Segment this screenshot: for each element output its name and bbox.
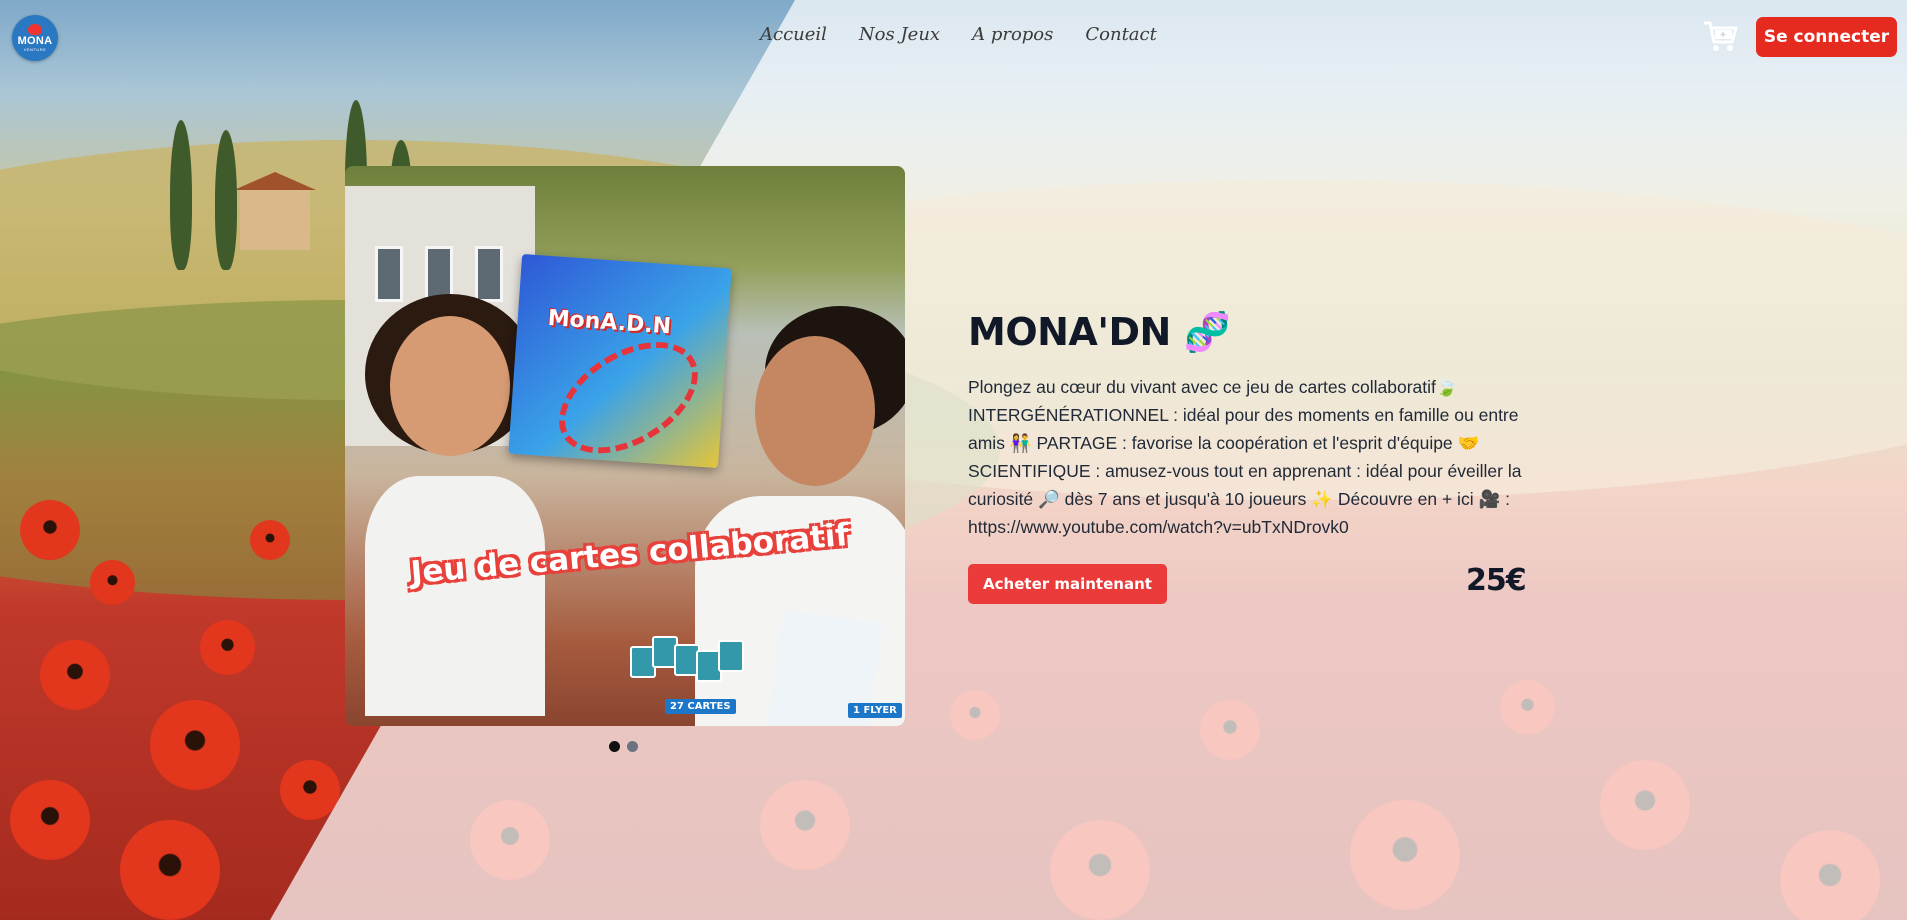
product-description: Plongez au cœur du vivant avec ce jeu de… xyxy=(968,377,1522,537)
nav-link-nos-jeux[interactable]: Nos Jeux xyxy=(859,24,940,45)
game-box-title: MonA.D.N xyxy=(546,305,672,340)
logo-text: MONA xyxy=(17,35,53,47)
nav-link-contact[interactable]: Contact xyxy=(1085,24,1156,45)
flyer-label: 1 FLYER xyxy=(848,703,902,718)
carousel-dot-2[interactable] xyxy=(627,741,638,752)
brand-logo[interactable]: MONA VENTURE xyxy=(12,15,58,61)
cards-label: 27 CARTES xyxy=(665,699,736,714)
logo-subtext: VENTURE xyxy=(23,47,47,52)
buy-now-button[interactable]: Acheter maintenant xyxy=(968,564,1167,604)
main-nav: Accueil Nos Jeux A propos Contact xyxy=(760,24,1157,45)
product-price: 25€ xyxy=(1466,563,1527,598)
product-image: MonA.D.N Jeu de cartes collaboratif 27 C… xyxy=(345,166,905,726)
game-box: MonA.D.N xyxy=(508,253,732,477)
carousel-dot-1[interactable] xyxy=(609,741,620,752)
mascot-icon xyxy=(28,24,42,35)
login-button[interactable]: Se connecter xyxy=(1756,17,1897,57)
nav-link-a-propos[interactable]: A propos xyxy=(972,24,1053,45)
carousel-dots xyxy=(609,741,638,752)
shopping-cart-icon[interactable] xyxy=(1703,20,1739,54)
nav-link-accueil[interactable]: Accueil xyxy=(760,24,827,45)
product-title: MONA'DN 🧬 xyxy=(968,310,1231,354)
header: MONA VENTURE Accueil Nos Jeux A propos C… xyxy=(0,0,1907,74)
